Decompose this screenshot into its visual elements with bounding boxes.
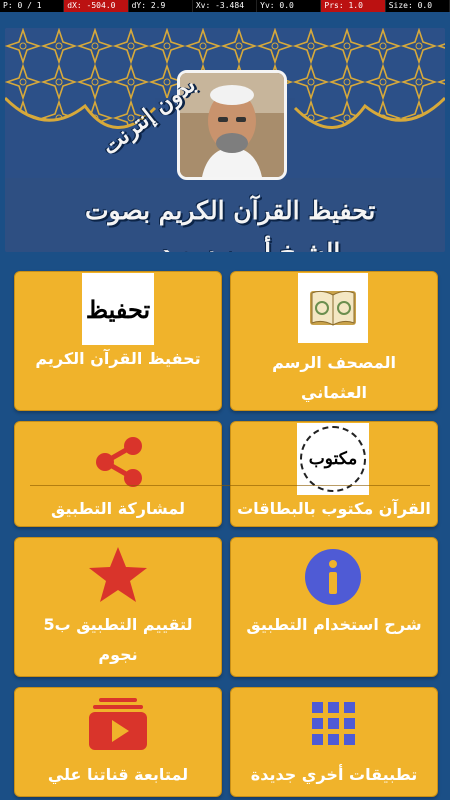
share-app-button[interactable]: لمشاركة التطبيق — [14, 421, 222, 527]
mushaf-button[interactable]: المصحف الرسم العثماني — [230, 271, 438, 411]
maktoob-logo-text: مكتوب — [308, 449, 358, 469]
tahfeez-button[interactable]: تحفيظ تحفيظ القرآن الكريم — [14, 271, 222, 411]
overlay-guide-line — [30, 485, 430, 486]
tahfeez-logo-icon: تحفيظ — [82, 273, 154, 345]
star-icon — [87, 544, 149, 606]
youtube-channel-button[interactable]: لمتابعة قناتنا علي — [14, 687, 222, 797]
status-yv: Yv: 0.0 — [257, 0, 322, 12]
info-icon — [304, 548, 362, 606]
more-apps-label: تطبيقات أخري جديدة — [250, 765, 418, 784]
mushaf-label: المصحف الرسم العثماني — [272, 353, 396, 402]
banner-title-line2: الشيخ أيمن سويد — [161, 238, 340, 252]
banner-title-line1: تحفيظ القرآن الكريم بصوت — [85, 196, 376, 225]
maktoob-label: القرآن مكتوب بالبطاقات — [237, 499, 431, 518]
status-xv: Xv: -3.484 — [193, 0, 258, 12]
status-pointer: P: 0 / 1 — [0, 0, 65, 12]
rate-app-button[interactable]: لتقييم التطبيق ب5 نجوم — [14, 537, 222, 677]
header-banner: بدون إنترنت تحفيظ القرآن الكريم بصوت الش… — [5, 28, 445, 252]
debug-status-bar: P: 0 / 1 dX: -504.0 dY: 2.9 Xv: -3.484 Y… — [0, 0, 450, 12]
share-icon — [91, 434, 147, 490]
app-guide-label: شرح استخدام التطبيق — [246, 615, 422, 634]
youtube-icon — [87, 696, 149, 752]
status-size: Size: 0.0 — [386, 0, 450, 12]
status-prs: Prs: 1.0 — [321, 0, 386, 12]
share-label: لمشاركة التطبيق — [51, 499, 185, 518]
grid-apps-icon — [310, 700, 358, 748]
app-guide-button[interactable]: شرح استخدام التطبيق — [230, 537, 438, 677]
rate-app-label: لتقييم التطبيق ب5 نجوم — [43, 615, 193, 664]
status-dy: dY: 2.9 — [129, 0, 193, 12]
tahfeez-label: تحفيظ القرآن الكريم — [35, 349, 201, 368]
youtube-channel-label: لمتابعة قناتنا علي — [47, 765, 189, 784]
quran-book-icon — [298, 273, 368, 343]
status-dx: dX: -504.0 — [64, 0, 129, 12]
more-apps-button[interactable]: تطبيقات أخري جديدة — [230, 687, 438, 797]
tahfeez-logo-text: تحفيظ — [85, 294, 151, 324]
maktoob-cards-button[interactable]: مكتوب القرآن مكتوب بالبطاقات — [230, 421, 438, 527]
